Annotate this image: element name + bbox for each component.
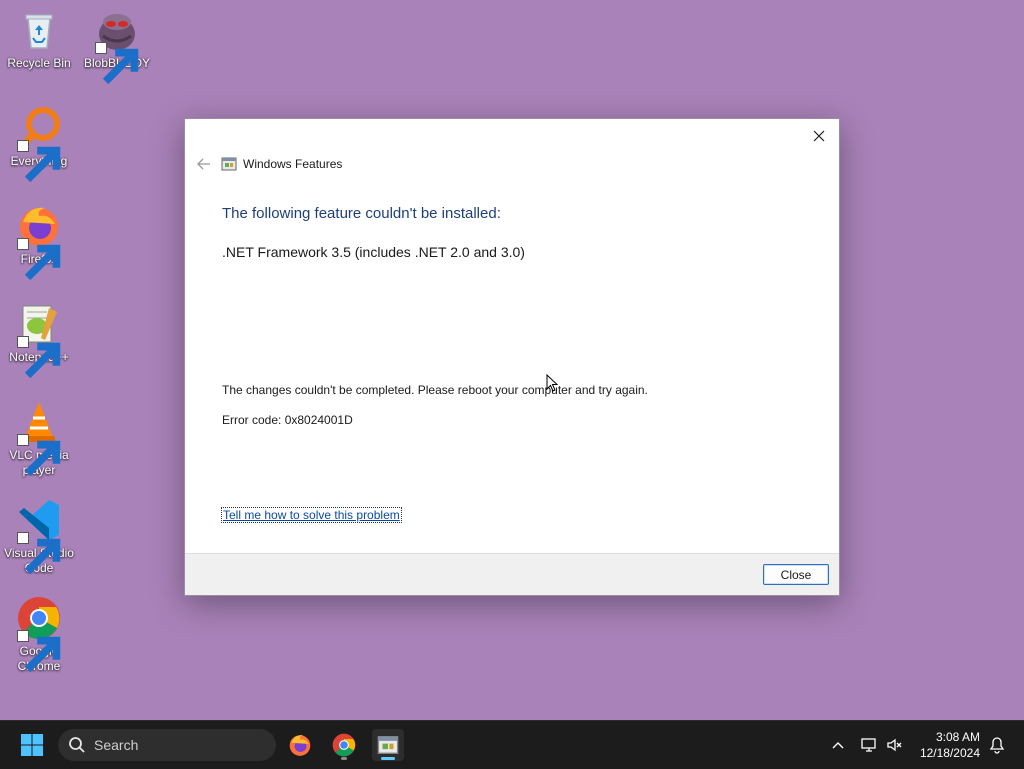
search-icon	[69, 737, 85, 753]
taskbar-chrome[interactable]	[328, 729, 360, 761]
help-link[interactable]: Tell me how to solve this problem	[221, 507, 402, 523]
dialog-footer: Close	[185, 553, 839, 595]
network-button[interactable]	[858, 721, 880, 769]
shortcut-arrow-icon	[95, 42, 139, 85]
shortcut-arrow-icon	[17, 238, 61, 281]
windows-features-icon	[377, 736, 399, 754]
mouse-cursor-icon	[546, 373, 559, 397]
show-hidden-icons-button[interactable]	[826, 721, 850, 769]
desktop-icon-everything[interactable]: Everything	[0, 104, 78, 183]
desktop-icon-label: Recycle Bin	[7, 56, 71, 70]
feature-name: .NET Framework 3.5 (includes .NET 2.0 an…	[222, 244, 525, 260]
vlc-icon	[15, 398, 63, 477]
error-message: The changes couldn't be completed. Pleas…	[222, 383, 648, 397]
shortcut-arrow-icon	[17, 532, 61, 575]
desktop-icon-chrome[interactable]: Google Chrome	[0, 594, 78, 674]
clock-time: 3:08 AM	[935, 730, 980, 744]
bell-icon	[989, 737, 1005, 754]
windows-features-dialog: Windows Features The following feature c…	[184, 118, 840, 596]
desktop-icon-vlc[interactable]: VLC media player	[0, 398, 78, 478]
desktop-icon-firefox[interactable]: Firefox	[0, 202, 78, 281]
start-button[interactable]	[16, 729, 48, 761]
everything-search-icon	[15, 104, 63, 183]
desktop-icon-notepadpp[interactable]: Notepad++	[0, 300, 78, 379]
close-button[interactable]: Close	[763, 564, 829, 585]
taskbar-search[interactable]: Search	[58, 729, 276, 761]
search-placeholder: Search	[94, 737, 139, 753]
desktop-icon-vscode[interactable]: Visual Studio Code	[0, 496, 78, 576]
window-title: Windows Features	[243, 157, 343, 171]
notifications-button[interactable]	[986, 721, 1008, 769]
running-indicator	[341, 757, 347, 760]
vscode-icon	[15, 496, 63, 575]
shortcut-arrow-icon	[17, 630, 61, 673]
taskbar-clock[interactable]: 3:08 AM 12/18/2024	[920, 729, 980, 761]
shortcut-arrow-icon	[17, 434, 61, 477]
windows-logo-icon	[21, 734, 43, 756]
chrome-icon	[332, 733, 356, 757]
taskbar-firefox[interactable]	[284, 729, 316, 761]
back-arrow-icon[interactable]	[193, 155, 215, 173]
firefox-icon	[289, 735, 311, 756]
windows-features-icon	[221, 156, 237, 172]
recycle-bin-icon	[15, 6, 63, 54]
volume-button[interactable]	[884, 721, 906, 769]
active-indicator	[381, 757, 395, 760]
shortcut-arrow-icon	[17, 336, 61, 379]
taskbar-windows-features[interactable]	[372, 729, 404, 761]
chevron-up-icon	[832, 742, 844, 749]
taskbar: Search 3:08 AM 12/18/2024	[0, 720, 1024, 769]
error-code: Error code: 0x8024001D	[222, 413, 353, 427]
dialog-header: Windows Features	[193, 155, 342, 173]
blobbuddy-icon	[93, 6, 141, 85]
clock-date: 12/18/2024	[919, 746, 980, 760]
notepadpp-icon	[15, 300, 63, 379]
error-heading: The following feature couldn't be instal…	[222, 205, 501, 222]
desktop-icon-blobbuddy[interactable]: BlobBUDDY	[78, 6, 156, 85]
shortcut-arrow-icon	[17, 140, 61, 183]
close-icon[interactable]	[805, 123, 833, 149]
volume-muted-icon	[887, 738, 902, 752]
chrome-icon	[15, 594, 63, 673]
desktop-icon-recycle-bin[interactable]: Recycle Bin	[0, 6, 78, 71]
firefox-icon	[15, 202, 63, 281]
network-icon	[861, 738, 876, 752]
